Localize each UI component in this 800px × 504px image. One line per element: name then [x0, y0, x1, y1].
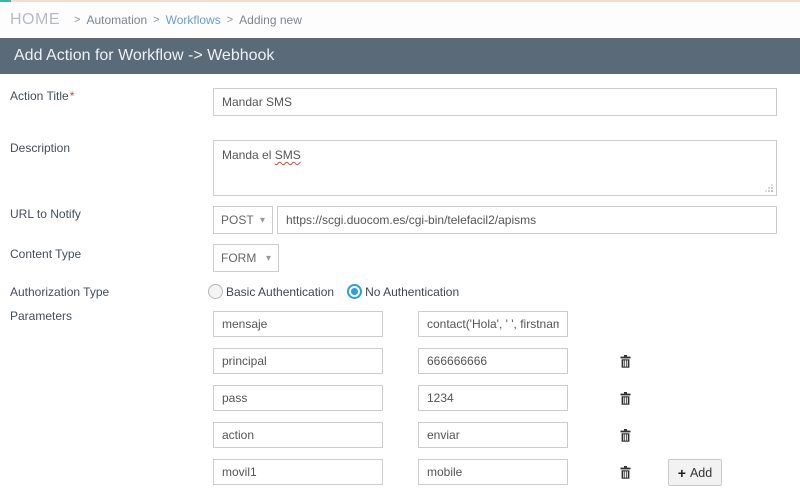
description-text: Manda el	[222, 148, 275, 162]
trash-icon	[620, 392, 631, 405]
authorization-type-options: Basic Authentication No Authentication	[208, 284, 459, 299]
content-type-value: FORM	[221, 251, 256, 265]
action-title-label: Action Title*	[10, 89, 74, 103]
description-misspelled-word: SMS	[275, 148, 301, 162]
description-label: Description	[10, 141, 70, 155]
add-button-label: Add	[690, 466, 712, 480]
breadcrumb: HOME > Automation > Workflows > Adding n…	[0, 2, 800, 38]
parameter-key-input[interactable]	[213, 422, 383, 448]
required-asterisk: *	[70, 89, 75, 103]
parameter-key-input[interactable]	[213, 311, 383, 337]
breadcrumb-separator: >	[227, 14, 233, 26]
parameter-value-input[interactable]	[418, 422, 568, 448]
basic-authentication-radio[interactable]	[208, 284, 223, 299]
basic-authentication-label: Basic Authentication	[226, 285, 334, 299]
delete-parameter-button[interactable]	[615, 463, 635, 481]
parameter-value-input[interactable]	[418, 311, 568, 337]
page-header: Add Action for Workflow -> Webhook	[0, 38, 800, 74]
parameter-value-input[interactable]	[418, 459, 568, 485]
parameter-key-input[interactable]	[213, 385, 383, 411]
content-type-label: Content Type	[10, 247, 81, 261]
authorization-type-label: Authorization Type	[10, 285, 109, 299]
no-authentication-label: No Authentication	[365, 285, 459, 299]
action-title-input[interactable]	[213, 88, 777, 116]
url-to-notify-label: URL to Notify	[10, 207, 81, 221]
breadcrumb-separator: >	[74, 14, 80, 26]
description-textarea[interactable]: Manda el SMS	[213, 140, 777, 196]
delete-parameter-button[interactable]	[615, 426, 635, 444]
breadcrumb-item-automation: Automation	[86, 13, 147, 27]
http-method-select[interactable]: POST ▾	[213, 206, 273, 234]
http-method-value: POST	[221, 213, 254, 227]
page-title: Add Action for Workflow -> Webhook	[14, 47, 274, 65]
action-title-label-text: Action Title	[10, 89, 69, 103]
no-authentication-radio[interactable]	[347, 284, 362, 299]
content-type-select[interactable]: FORM ▾	[213, 244, 279, 272]
delete-parameter-button[interactable]	[615, 389, 635, 407]
breadcrumb-separator: >	[153, 14, 159, 26]
plus-icon: +	[678, 466, 686, 480]
trash-icon	[620, 355, 631, 368]
resize-grip-icon[interactable]	[764, 183, 774, 193]
trash-icon	[620, 466, 631, 479]
breadcrumb-item-workflows[interactable]: Workflows	[166, 13, 221, 27]
home-link[interactable]: HOME	[10, 11, 60, 29]
trash-icon	[620, 429, 631, 442]
parameter-value-input[interactable]	[418, 385, 568, 411]
caret-down-icon: ▾	[266, 253, 271, 264]
breadcrumb-item-adding-new: Adding new	[239, 13, 302, 27]
delete-parameter-button[interactable]	[615, 352, 635, 370]
url-input[interactable]	[277, 206, 777, 234]
parameter-key-input[interactable]	[213, 348, 383, 374]
caret-down-icon: ▾	[260, 215, 265, 226]
parameters-label: Parameters	[10, 309, 72, 323]
add-parameter-button[interactable]: + Add	[668, 459, 722, 486]
parameter-value-input[interactable]	[418, 348, 568, 374]
parameter-key-input[interactable]	[213, 459, 383, 485]
page: HOME > Automation > Workflows > Adding n…	[0, 0, 800, 504]
